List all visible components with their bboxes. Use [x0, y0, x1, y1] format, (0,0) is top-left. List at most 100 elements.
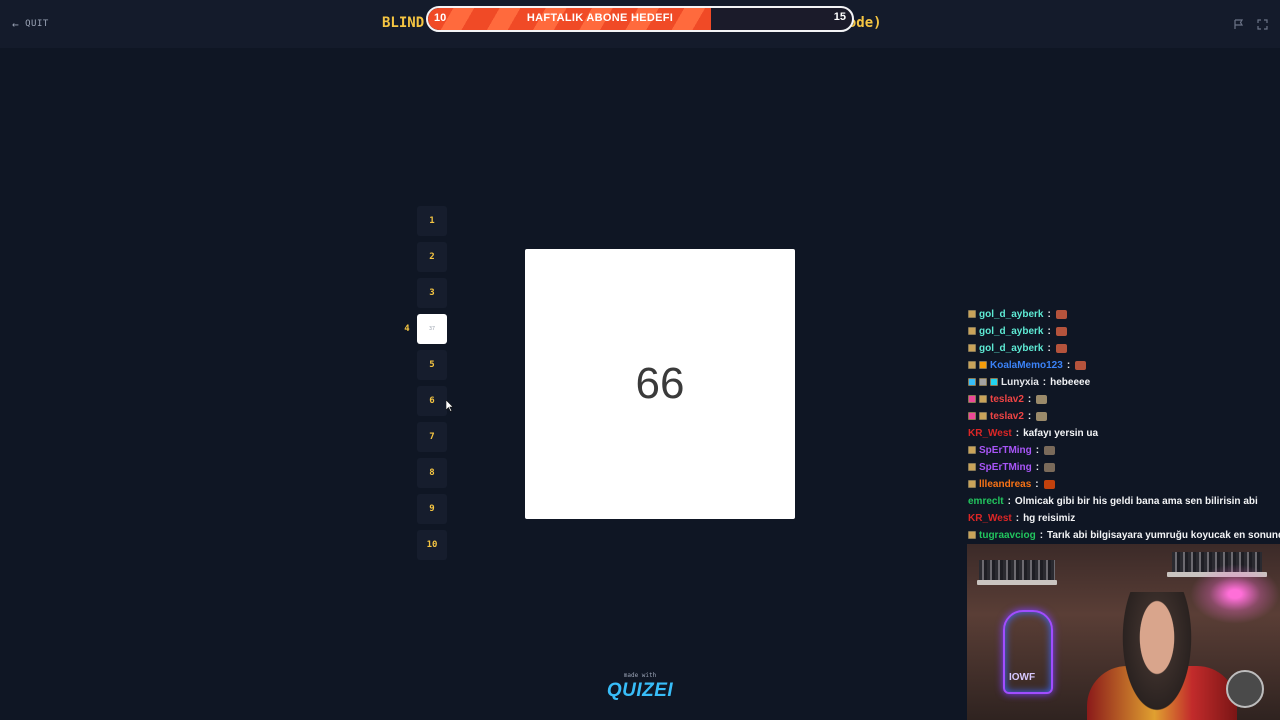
- chat-emote-icon: [1055, 343, 1067, 353]
- sub-goal-target: 15: [833, 11, 846, 23]
- chat-separator: :: [1035, 444, 1040, 456]
- slot-7[interactable]: 7: [417, 422, 447, 452]
- chat-separator: :: [1047, 342, 1051, 354]
- chat-username[interactable]: KoalaMemo123: [990, 360, 1063, 371]
- quit-button[interactable]: ← QUIT: [12, 16, 49, 32]
- chat-username[interactable]: Lunyxia: [1001, 377, 1039, 388]
- chat-badge-icon: [979, 412, 987, 420]
- chat-separator: :: [1027, 410, 1032, 422]
- quit-label: QUIT: [25, 19, 49, 29]
- chat-username[interactable]: emreclt: [968, 496, 1004, 507]
- chat-separator: :: [1027, 393, 1032, 405]
- webcam-overlay: IOWF: [967, 544, 1280, 720]
- chat-badge-icon: [968, 327, 976, 335]
- chat-message: gol_d_ayberk:: [968, 306, 1067, 322]
- chat-username[interactable]: gol_d_ayberk: [979, 326, 1043, 337]
- chat-badge-icon: [968, 378, 976, 386]
- chat-message: gol_d_ayberk:: [968, 340, 1067, 356]
- neon-sign-text: IOWF: [1009, 672, 1036, 683]
- chat-message: tugraavciog: Tarık abi bilgisayara yumruğ…: [968, 527, 1280, 543]
- chat-separator: :: [1047, 308, 1051, 320]
- title-left: BLIND: [382, 15, 425, 31]
- chat-username[interactable]: KR_West: [968, 428, 1012, 439]
- chat-separator: :: [1035, 461, 1040, 473]
- chat-emote-icon: [1055, 326, 1067, 336]
- chat-username[interactable]: KR_West: [968, 513, 1012, 524]
- chat-badge-icon: [990, 378, 998, 386]
- slot-1[interactable]: 1: [417, 206, 447, 236]
- chat-username[interactable]: gol_d_ayberk: [979, 309, 1043, 320]
- chat-emote-icon: [1036, 394, 1048, 404]
- chat-emote-icon: [1055, 309, 1067, 319]
- top-bar: ← QUIT BLIND LARGE (extreme mode) 10 HAF…: [0, 0, 1280, 48]
- arrow-left-icon: ←: [12, 17, 20, 31]
- chat-text: Tarık abi bilgisayara yumruğu koyucak en…: [1047, 529, 1280, 541]
- chat-text: hebeeee: [1050, 376, 1091, 388]
- chat-message: KoalaMemo123:: [968, 357, 1087, 373]
- chat-separator: :: [1007, 495, 1011, 507]
- chat-username[interactable]: tugraavciog: [979, 530, 1036, 541]
- slot-8[interactable]: 8: [417, 458, 447, 488]
- slot-2[interactable]: 2: [417, 242, 447, 272]
- chat-text: hg reisimiz: [1023, 512, 1076, 524]
- chat-message: llleandreas:: [968, 476, 1055, 492]
- current-number: 66: [635, 359, 685, 408]
- slot-5[interactable]: 5: [417, 350, 447, 380]
- chat-badge-icon: [968, 310, 976, 318]
- sub-goal-label: HAFTALIK ABONE HEDEFI: [526, 12, 674, 24]
- chat-emote-icon: [1044, 445, 1056, 455]
- sub-goal-bar: 10 HAFTALIK ABONE HEDEFI 15: [426, 6, 854, 32]
- chat-username[interactable]: SpErTMing: [979, 462, 1032, 473]
- chat-badge-icon: [968, 480, 976, 488]
- chat-separator: :: [1015, 512, 1020, 524]
- chat-message: KR_West: kafayı yersin ua: [968, 425, 1098, 441]
- slot-9[interactable]: 9: [417, 494, 447, 524]
- chat-badge-icon: [968, 412, 976, 420]
- chat-badge-icon: [979, 361, 987, 369]
- chat-username[interactable]: SpErTMing: [979, 445, 1032, 456]
- chat-badge-icon: [968, 463, 976, 471]
- chat-badge-icon: [968, 361, 976, 369]
- slot-side-label: 4: [404, 324, 410, 334]
- chat-message: KR_West: hg reisimiz: [968, 510, 1075, 526]
- fullscreen-icon[interactable]: [1254, 16, 1270, 32]
- made-with-label: made with: [623, 672, 657, 679]
- chat-message: gol_d_ayberk:: [968, 323, 1067, 339]
- chat-separator: :: [1015, 427, 1020, 439]
- chat-username[interactable]: gol_d_ayberk: [979, 343, 1043, 354]
- books: [979, 560, 1055, 580]
- chat-badge-icon: [968, 531, 976, 539]
- chat-separator: :: [1042, 376, 1047, 388]
- chat-emote-icon: [1075, 360, 1087, 370]
- chat-badge-icon: [968, 395, 976, 403]
- chat-badge-icon: [979, 395, 987, 403]
- number-card: 66: [525, 249, 795, 519]
- chat-text: Olmicak gibi bir his geldi bana ama sen …: [1014, 495, 1258, 507]
- chat-username[interactable]: teslav2: [990, 394, 1024, 405]
- chat-message: SpErTMing:: [968, 459, 1056, 475]
- chat-badge-icon: [968, 344, 976, 352]
- chat-badge-icon: [968, 446, 976, 454]
- chat-separator: :: [1039, 529, 1044, 541]
- slot-3[interactable]: 3: [417, 278, 447, 308]
- slot-6[interactable]: 6: [417, 386, 447, 416]
- chat-message: teslav2:: [968, 391, 1048, 407]
- chat-text: kafayı yersin ua: [1023, 427, 1099, 439]
- slot-4[interactable]: 37: [417, 314, 447, 344]
- chat-message: emreclt: Olmicak gibi bir his geldi bana …: [968, 493, 1258, 509]
- chat-message: SpErTMing:: [968, 442, 1056, 458]
- shelf: [977, 580, 1057, 585]
- streamer: [1117, 592, 1197, 720]
- chat-separator: :: [1066, 359, 1071, 371]
- chat-badge-icon: [979, 378, 987, 386]
- flag-icon[interactable]: [1230, 16, 1246, 32]
- chat-username[interactable]: teslav2: [990, 411, 1024, 422]
- chat-username[interactable]: llleandreas: [979, 479, 1031, 490]
- wall-badge: [1226, 670, 1264, 708]
- slot-10[interactable]: 10: [417, 530, 447, 560]
- chat-message: teslav2:: [968, 408, 1048, 424]
- quizei-logo[interactable]: QUIZEI: [600, 680, 680, 702]
- chat-emote-icon: [1043, 479, 1055, 489]
- chat-message: Lunyxia: hebeeee: [968, 374, 1090, 390]
- chat-separator: :: [1035, 478, 1039, 490]
